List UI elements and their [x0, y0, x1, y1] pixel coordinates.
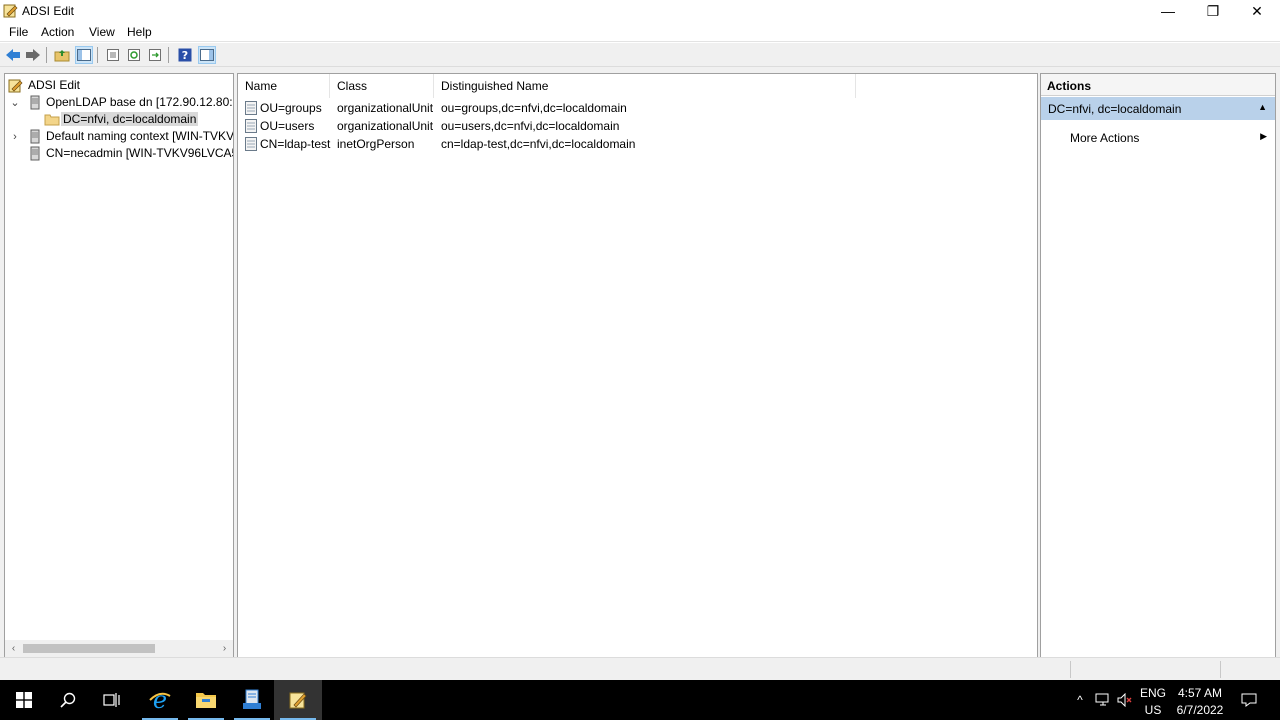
column-header-class[interactable]: Class [330, 74, 434, 98]
console-tree: ADSI Edit ⌄ OpenLDAP base dn [172.90.12.… [4, 73, 234, 658]
scroll-right-icon[interactable]: › [216, 640, 233, 657]
network-icon[interactable] [1095, 692, 1111, 708]
menu-action[interactable]: Action [41, 25, 74, 39]
more-actions-item[interactable]: More Actions [1070, 131, 1139, 145]
expand-chevron-icon[interactable]: › [9, 128, 21, 145]
svg-text:?: ? [182, 49, 188, 62]
actions-section-header[interactable]: DC=nfvi, dc=localdomain ▲ [1041, 97, 1275, 120]
refresh-icon[interactable] [125, 46, 143, 64]
close-button[interactable]: ✕ [1235, 0, 1279, 22]
internet-explorer-icon[interactable]: e [136, 680, 184, 720]
tree-label: OpenLDAP base dn [172.90.12.80:389] [46, 95, 233, 109]
directory-object-icon [245, 137, 257, 151]
status-divider [1220, 661, 1221, 678]
properties-icon[interactable] [104, 46, 122, 64]
cell-distinguished-name: cn=ldap-test,dc=nfvi,dc=localdomain [441, 137, 636, 151]
menu-help[interactable]: Help [127, 25, 152, 39]
cell-name: CN=ldap-test [260, 137, 331, 151]
show-hide-action-pane-icon[interactable] [198, 46, 216, 64]
expand-chevron-icon[interactable]: ⌄ [9, 94, 21, 111]
show-hidden-icons-chevron-icon[interactable]: ^ [1072, 692, 1088, 708]
cell-name: OU=groups [260, 101, 322, 115]
column-header-distinguished-name[interactable]: Distinguished Name [434, 74, 856, 98]
collapse-arrow-icon[interactable]: ▲ [1258, 102, 1267, 112]
adsi-edit-icon [8, 79, 23, 93]
submenu-arrow-icon[interactable]: ▶ [1260, 131, 1267, 142]
title-bar: ADSI Edit — ❐ ✕ [0, 0, 1280, 22]
notification-center-icon[interactable] [1241, 692, 1257, 708]
adsi-edit-icon[interactable] [274, 680, 322, 720]
cell-class: organizationalUnit [337, 119, 434, 133]
menu-bar: File Action View Help [0, 22, 1280, 42]
column-header-name[interactable]: Name [238, 74, 330, 98]
tree-label: CN=necadmin [WIN-TVKV96LVCA5.ta [46, 146, 234, 160]
start-icon[interactable] [0, 680, 48, 720]
toolbar: ? [0, 43, 1280, 67]
server-icon [30, 146, 40, 161]
server-icon [30, 129, 40, 144]
help-icon[interactable]: ? [176, 46, 194, 64]
tree-label: ADSI Edit [28, 78, 81, 92]
cell-distinguished-name: ou=groups,dc=nfvi,dc=localdomain [441, 101, 627, 115]
cell-name: OU=users [260, 119, 315, 133]
menu-file[interactable]: File [9, 25, 28, 39]
input-language[interactable]: ENG [1138, 686, 1168, 700]
status-divider [1070, 661, 1071, 678]
actions-header: Actions [1041, 74, 1275, 96]
actions-pane: Actions DC=nfvi, dc=localdomain ▲ More A… [1040, 73, 1276, 658]
menu-view[interactable]: View [89, 25, 115, 39]
back-arrow-icon[interactable] [4, 46, 22, 64]
minimize-button[interactable]: — [1146, 0, 1190, 22]
file-explorer-icon[interactable] [182, 680, 230, 720]
table-row[interactable]: OU=users organizationalUnit ou=users,dc=… [238, 117, 1037, 135]
cell-class: inetOrgPerson [337, 137, 415, 151]
forward-arrow-icon[interactable] [24, 46, 42, 64]
volume-muted-icon[interactable] [1117, 692, 1133, 708]
task-view-icon[interactable] [88, 680, 136, 720]
up-folder-icon[interactable] [53, 46, 71, 64]
search-icon[interactable] [44, 680, 92, 720]
server-icon [30, 95, 40, 110]
export-list-icon[interactable] [146, 46, 164, 64]
scrollbar-thumb[interactable] [23, 644, 155, 653]
scroll-left-icon[interactable]: ‹ [5, 640, 22, 657]
svg-text:e: e [153, 688, 167, 712]
main-area: ADSI Edit ⌄ OpenLDAP base dn [172.90.12.… [0, 67, 1280, 658]
tree-label: Default naming context [WIN-TVKV96LVCA5.… [46, 129, 234, 143]
table-row[interactable]: OU=groups organizationalUnit ou=groups,d… [238, 99, 1037, 117]
show-hide-console-tree-icon[interactable] [75, 46, 93, 64]
clock-time[interactable]: 4:57 AM [1170, 686, 1230, 700]
input-region[interactable]: US [1138, 703, 1168, 717]
restore-button[interactable]: ❐ [1191, 0, 1235, 22]
actions-section-title: DC=nfvi, dc=localdomain [1048, 102, 1182, 116]
horizontal-scrollbar[interactable]: ‹ › [5, 640, 233, 657]
clock-date[interactable]: 6/7/2022 [1170, 703, 1230, 717]
directory-object-icon [245, 101, 257, 115]
cell-class: organizationalUnit [337, 101, 434, 115]
status-bar [0, 657, 1280, 680]
taskbar: e ^ ENG US 4:57 AM 6/7/2022 [0, 680, 1280, 720]
directory-object-icon [245, 119, 257, 133]
tree-label: DC=nfvi, dc=localdomain [61, 112, 199, 126]
table-row[interactable]: CN=ldap-test inetOrgPerson cn=ldap-test,… [238, 135, 1037, 153]
server-manager-icon[interactable] [228, 680, 276, 720]
folder-icon [44, 114, 60, 126]
results-list: Name Class Distinguished Name OU=groups … [237, 73, 1038, 658]
adsi-edit-icon [3, 4, 18, 18]
cell-distinguished-name: ou=users,dc=nfvi,dc=localdomain [441, 119, 620, 133]
window-title: ADSI Edit [22, 4, 75, 18]
